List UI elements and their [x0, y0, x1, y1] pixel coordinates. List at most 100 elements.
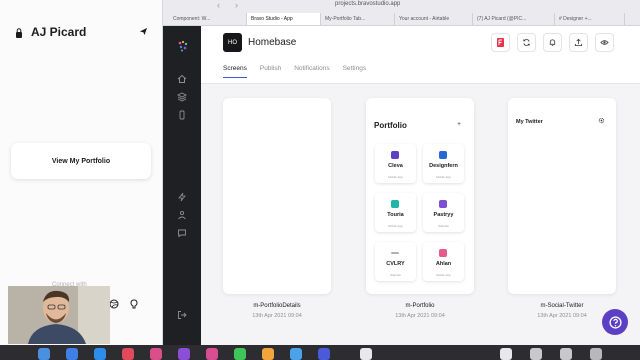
figma-icon [497, 38, 504, 47]
tile-name: Touria [387, 212, 404, 218]
macos-dock [0, 345, 640, 360]
tile-name: Ahlan [435, 261, 452, 267]
tile-type: Mobile App [388, 175, 403, 179]
upload-icon [574, 38, 583, 47]
bell-icon [549, 39, 556, 47]
question-icon [608, 315, 622, 329]
gear-icon [598, 117, 605, 124]
figma-button[interactable] [491, 33, 510, 52]
eye-icon [600, 40, 609, 45]
portfolio-tile: Ahlan Mobile App [423, 242, 464, 281]
screen-date: 13th Apr 2021 09:04 [252, 313, 302, 319]
portfolio-tile: Touria Mobile App [375, 193, 416, 232]
instagram-icon[interactable] [206, 348, 218, 360]
discord-icon[interactable] [318, 348, 330, 360]
chat-icon[interactable] [177, 228, 187, 238]
screen-card[interactable] [223, 98, 331, 294]
home-icon[interactable] [177, 74, 187, 84]
music-icon[interactable] [150, 348, 162, 360]
calendar-icon[interactable] [122, 348, 134, 360]
help-chat-button[interactable] [602, 309, 628, 335]
dribbble-icon[interactable] [109, 299, 119, 309]
sync-button[interactable] [517, 33, 536, 52]
browser-tab[interactable]: My-Portfolio Tab... [321, 13, 395, 25]
desktop: ‹ › projects.bravostudio.app Component: … [0, 0, 640, 360]
tile-type: Website [438, 224, 449, 228]
screen-date: 13th Apr 2021 09:04 [537, 313, 587, 319]
folder-icon[interactable] [530, 348, 542, 360]
portfolio-tile: Pastryy Website [423, 193, 464, 232]
bravo-sidebar [163, 26, 201, 345]
tab-publish[interactable]: Publish [260, 65, 281, 78]
tile-type: Mobile App [436, 273, 451, 277]
tile-name: CVLRY [386, 261, 405, 267]
view-portfolio-button[interactable]: View My Portfolio [11, 143, 151, 179]
messages-icon[interactable] [234, 348, 246, 360]
chrome-icon[interactable] [290, 348, 302, 360]
forward-icon[interactable]: › [235, 0, 238, 10]
safari-icon[interactable] [94, 348, 106, 360]
photos-icon[interactable] [262, 348, 274, 360]
downloads-icon[interactable] [560, 348, 572, 360]
lock-icon [16, 28, 22, 38]
phone-header: AJ Picard [0, 22, 163, 46]
project-main: HO Homebase Screens Publish Notification… [201, 26, 640, 345]
tab-label: My-Portfolio Tab... [325, 16, 366, 22]
app-icon [391, 151, 399, 159]
launchpad-icon[interactable] [66, 348, 78, 360]
back-icon[interactable]: ‹ [217, 0, 220, 10]
finder-icon[interactable] [38, 348, 50, 360]
team-icon[interactable] [177, 210, 187, 220]
tile-name: Cleva [388, 163, 403, 169]
tile-type: Mobile App [388, 224, 403, 228]
notifications-button[interactable] [543, 33, 562, 52]
preview-icon[interactable] [360, 348, 372, 360]
tab-label: Your account - Airtable [399, 16, 450, 22]
tab-screens[interactable]: Screens [223, 65, 247, 78]
podcasts-icon[interactable] [178, 348, 190, 360]
app-icon [439, 200, 447, 208]
trash-icon[interactable] [590, 348, 602, 360]
screen-name: m-Social-Twitter [540, 303, 584, 309]
logout-icon[interactable] [177, 310, 187, 320]
screen-card[interactable]: Portfolio + Cleva Mobile App Designfern … [366, 98, 474, 294]
bravo-logo-icon[interactable] [177, 40, 189, 52]
profile-name: AJ Picard [31, 25, 87, 39]
twitter-heading: My Twitter [516, 119, 543, 125]
sync-icon [523, 39, 530, 46]
app-icon [439, 151, 447, 159]
screen-card[interactable]: My Twitter [508, 98, 616, 294]
portfolio-heading: Portfolio [374, 121, 407, 130]
screen-name: m-Portfolio [405, 303, 435, 309]
browser-tab[interactable]: Your account - Airtable [395, 13, 473, 25]
browser-tab[interactable]: # Designer +... [555, 13, 625, 25]
mobile-icon[interactable] [177, 110, 187, 120]
send-icon[interactable] [139, 27, 148, 36]
preview-button[interactable] [595, 33, 614, 52]
tab-label: (7) AJ Picard (@PIC... [477, 16, 527, 22]
portfolio-tile: Designfern Mobile App [423, 144, 464, 183]
add-icon: + [457, 121, 462, 128]
lightning-icon[interactable] [177, 192, 187, 202]
app-icon [391, 252, 399, 254]
portfolio-tile: CVLRY Website [375, 242, 416, 281]
tab-notifications[interactable]: Notifications [294, 65, 329, 78]
project-header: HO Homebase Screens Publish Notification… [201, 26, 640, 84]
app-icon [439, 249, 447, 257]
project-title: Homebase [248, 37, 297, 48]
document-icon[interactable] [500, 348, 512, 360]
project-badge: HO [223, 33, 242, 52]
tab-label: Component: W... [173, 16, 211, 22]
browser-tab[interactable]: Component: W... [169, 13, 247, 25]
browser-tab-active[interactable]: Bravo Studio - App [247, 13, 321, 25]
tab-settings[interactable]: Settings [343, 65, 367, 78]
project-tabs: Screens Publish Notifications Settings [223, 65, 379, 78]
address-bar[interactable]: projects.bravostudio.app [335, 0, 495, 8]
url-text: projects.bravostudio.app [335, 1, 401, 7]
layers-icon[interactable] [177, 92, 187, 102]
browser-tab[interactable]: (7) AJ Picard (@PIC... [473, 13, 555, 25]
share-button[interactable] [569, 33, 588, 52]
screen-date: 13th Apr 2021 09:04 [395, 313, 445, 319]
tile-name: Designfern [429, 163, 458, 169]
github-icon[interactable] [129, 299, 139, 309]
